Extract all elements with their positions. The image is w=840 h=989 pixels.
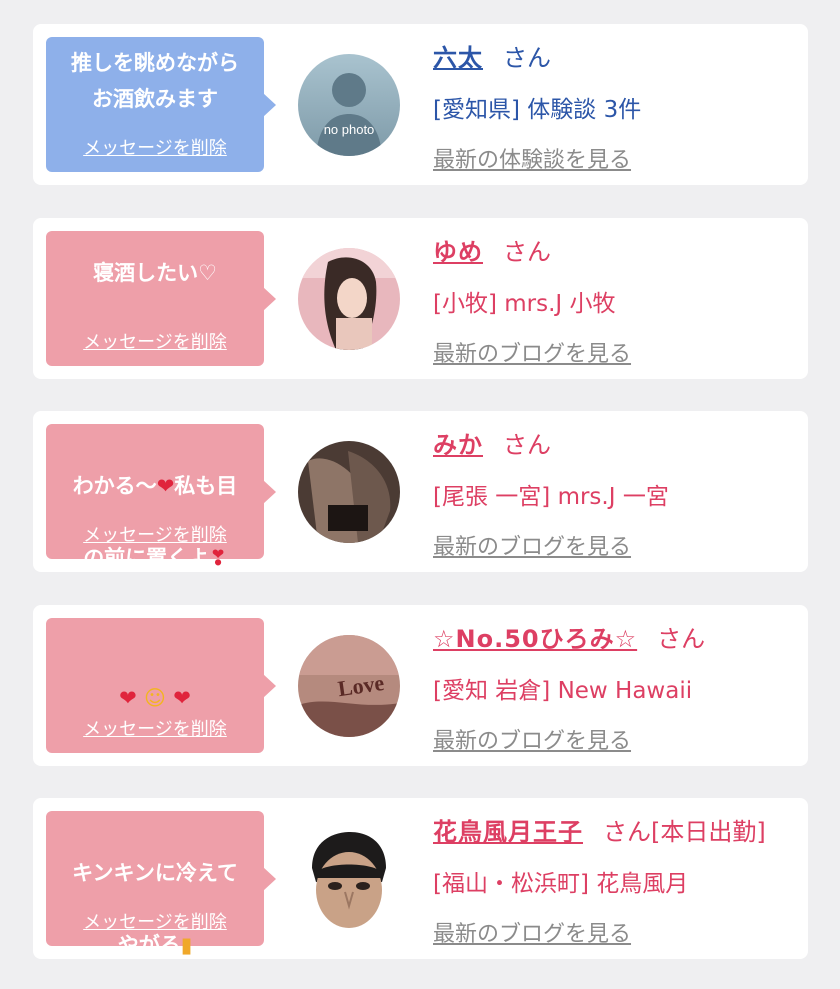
message-list: 推しを眺めながら お酒飲みます メッセージを削除 no photo 六太さん [0,0,840,989]
heart-emoji-icon: ❤ [156,474,175,498]
latest-review-link[interactable]: 最新の体験談を見る [433,142,631,174]
delete-message-link[interactable]: メッセージを削除 [46,521,264,547]
shop-info: [尾張 一宮] mrs.J 一宮 [433,484,669,510]
delete-message-link[interactable]: メッセージを削除 [46,908,264,934]
user-name-link[interactable]: みか [433,431,483,459]
smiley-face-emoji-icon: ☺ [144,686,166,710]
shop-info: [小牧] mrs.J 小牧 [433,291,616,317]
message-text: キンキンに冷えて やがる▮ [72,861,238,957]
message-card: ❤ ☺ ❤ メッセージを削除 Love ☆No.50ひろみ☆ さん [愛知 岩倉]… [33,605,808,766]
heart-exclamation-emoji-icon: ❣ [209,546,227,570]
shop-info: [愛知 岩倉] New Hawaii [433,678,693,704]
message-bubble: キンキンに冷えて やがる▮ メッセージを削除 [46,811,276,957]
shop-info: [愛知県] 体験談 3件 [433,97,642,123]
message-card: 推しを眺めながら お酒飲みます メッセージを削除 no photo 六太さん [33,24,808,185]
two-hearts-emoji-icon: ❤ [119,686,137,710]
message-card: 寝酒したい♡ メッセージを削除 ゆめ さん [小牧] mrs.J 小牧 最新のブロ… [33,218,808,379]
avatar[interactable] [298,441,400,543]
profile-photo [298,828,400,930]
message-text: ❤ ☺ ❤ [52,644,258,716]
avatar[interactable] [298,828,400,930]
message-card: わかる〜❤私も目 の前に置くよ❣ メッセージを削除 みか さん [尾張 一宮] m… [33,411,808,572]
honorific: さん [657,625,706,653]
message-card: キンキンに冷えて やがる▮ メッセージを削除 花鳥風月王子 さん[本日出勤] [福… [33,798,808,959]
no-photo-silhouette-icon: no photo [298,54,400,156]
honorific: さん [503,431,551,459]
message-bubble: 寝酒したい♡ メッセージを削除 [46,231,276,366]
user-name-link[interactable]: ☆No.50ひろみ☆ [433,625,637,653]
beer-mug-emoji-icon: ▮ [180,933,193,957]
honorific: さん[本日出勤] [603,818,766,846]
delete-message-link[interactable]: メッセージを削除 [46,715,264,741]
message-text: 寝酒したい♡ [93,261,217,285]
honorific: さん [503,44,551,72]
latest-blog-link[interactable]: 最新のブログを見る [433,723,631,755]
profile-photo: Love [298,635,400,737]
shop-info: [福山・松浜町] 花鳥風月 [433,871,689,897]
user-name-link[interactable]: 六太 [433,44,483,72]
profile-photo [298,248,400,350]
user-name-link[interactable]: ゆめ [433,238,483,266]
avatar[interactable]: Love [298,635,400,737]
message-bubble: ❤ ☺ ❤ メッセージを削除 [46,618,276,753]
two-hearts-emoji-icon: ❤ [173,686,191,710]
latest-blog-link[interactable]: 最新のブログを見る [433,916,631,948]
delete-message-link[interactable]: メッセージを削除 [46,134,264,160]
latest-blog-link[interactable]: 最新のブログを見る [433,529,631,561]
message-text: 推しを眺めながら お酒飲みます [71,51,239,111]
avatar[interactable]: no photo [298,54,400,156]
delete-message-link[interactable]: メッセージを削除 [46,328,264,354]
no-photo-label: no photo [324,122,375,137]
message-bubble: 推しを眺めながら お酒飲みます メッセージを削除 [46,37,276,172]
user-name-link[interactable]: 花鳥風月王子 [433,818,583,846]
honorific: さん [503,238,551,266]
message-bubble: わかる〜❤私も目 の前に置くよ❣ メッセージを削除 [46,424,276,570]
latest-blog-link[interactable]: 最新のブログを見る [433,336,631,368]
message-text: わかる〜❤私も目 の前に置くよ❣ [72,474,238,570]
profile-photo [298,441,400,543]
avatar[interactable] [298,248,400,350]
